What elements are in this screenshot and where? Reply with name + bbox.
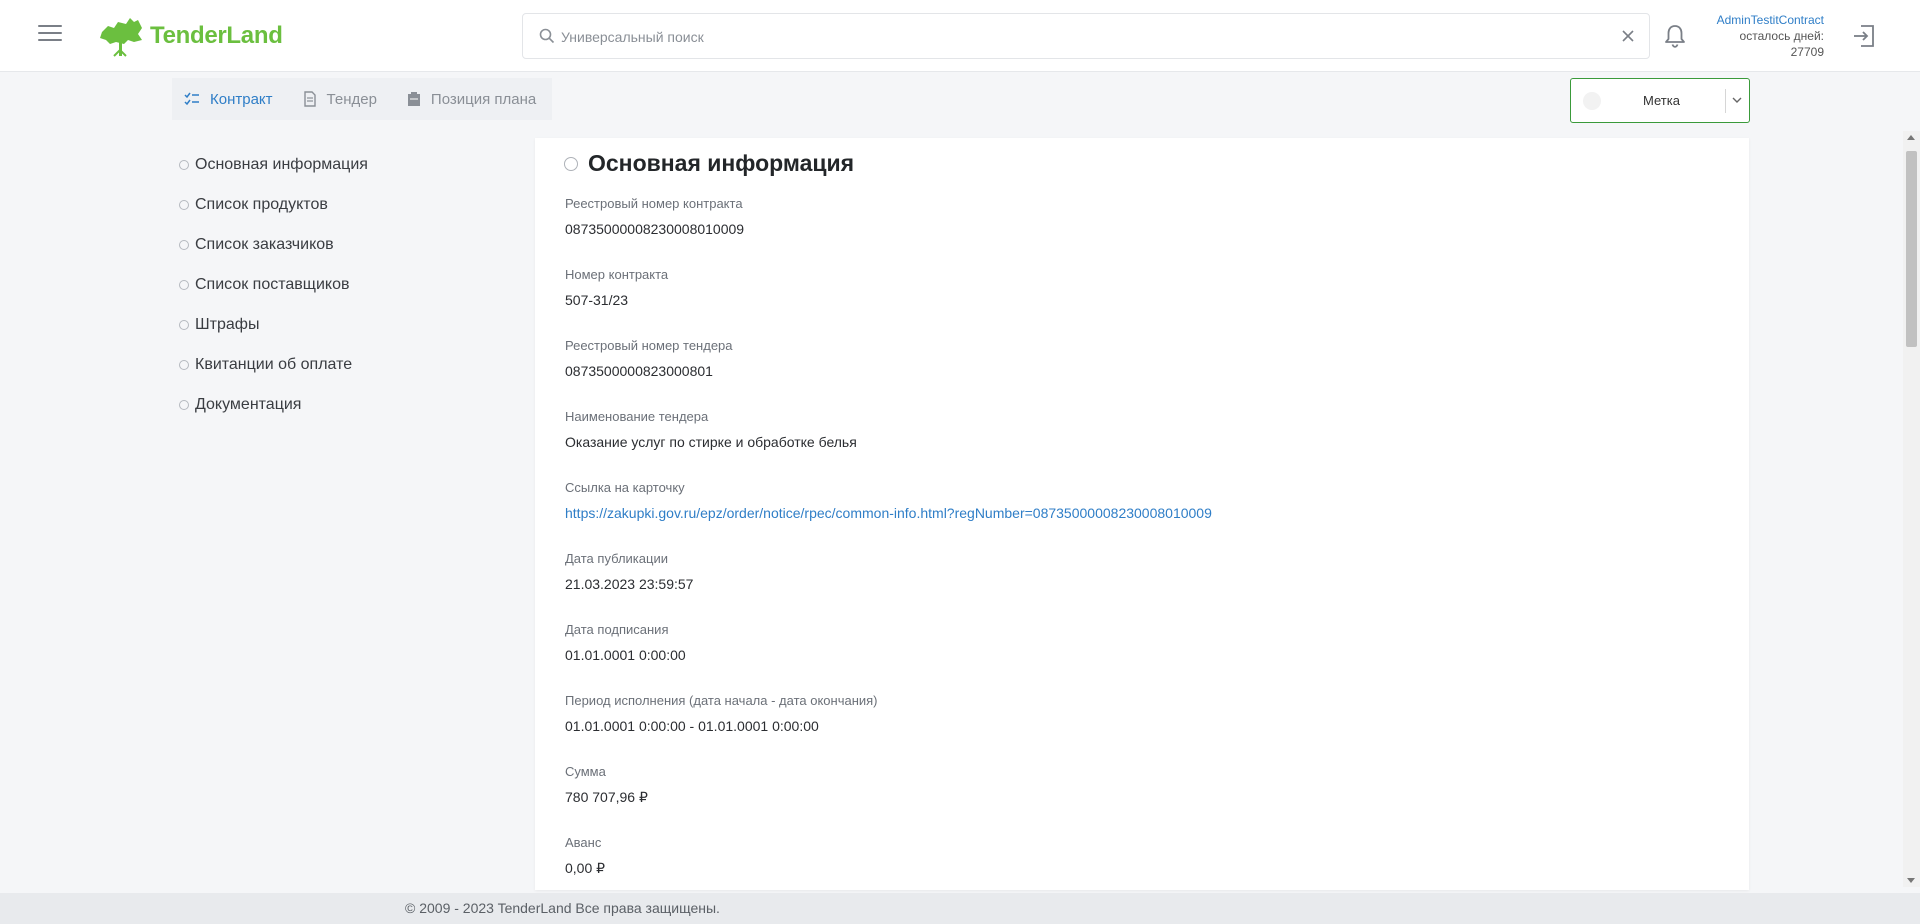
tree-logo-icon — [100, 18, 142, 57]
field-value: 0873500000823000801 — [565, 363, 713, 379]
field-value: 507-31/23 — [565, 292, 629, 308]
brand-name: TenderLand — [150, 22, 283, 49]
sidebar-item-label: Документация — [195, 396, 302, 413]
top-header: TenderLand AdminTestitContract осталось … — [0, 0, 1920, 72]
sidebar-item-label: Основная информация — [195, 156, 368, 173]
section-title: Основная информация — [588, 150, 855, 176]
page-scrollbar[interactable] — [1903, 131, 1920, 887]
tag-select-value: Метка — [1643, 93, 1680, 108]
logout-icon[interactable] — [1851, 23, 1877, 49]
sidebar-item-penalties[interactable]: Штрафы — [179, 305, 368, 345]
bullet-icon — [179, 320, 189, 330]
field-contract-number: Номер контракта 507-31/23 — [565, 266, 1212, 337]
page-footer: © 2009 - 2023 TenderLand Все права защищ… — [0, 893, 1920, 924]
tag-select-divider — [1725, 89, 1726, 113]
field-value: 780 707,96 ₽ — [565, 789, 648, 805]
field-value: 01.01.0001 0:00:00 — [565, 647, 686, 663]
tab-plan-position-label: Позиция плана — [430, 90, 537, 108]
user-info: AdminTestitContract осталось дней: 27709 — [1717, 12, 1824, 60]
tag-select[interactable]: Метка — [1570, 78, 1750, 123]
sidebar-item-label: Список поставщиков — [195, 276, 350, 293]
field-label: Номер контракта — [565, 267, 669, 282]
field-label: Ссылка на карточку — [565, 480, 685, 495]
sidebar-item-main-info[interactable]: Основная информация — [179, 145, 368, 185]
days-left-value: 27709 — [1790, 45, 1824, 59]
field-value: Оказание услуг по стирке и обработке бел… — [565, 434, 857, 450]
field-amount: Сумма 780 707,96 ₽ — [565, 763, 1212, 834]
sidebar-item-customers[interactable]: Список заказчиков — [179, 225, 368, 265]
field-label: Дата подписания — [565, 622, 669, 637]
sidebar-item-label: Список заказчиков — [195, 236, 334, 253]
days-left-label: осталось дней: — [1739, 29, 1824, 43]
sidebar-item-label: Штрафы — [195, 316, 260, 333]
search-input[interactable] — [561, 24, 1601, 50]
sidebar-item-documentation[interactable]: Документация — [179, 385, 368, 425]
main-info-card: Основная информация Реестровый номер кон… — [535, 138, 1749, 890]
tab-tender-label: Тендер — [326, 90, 377, 108]
tag-color-dot — [1583, 92, 1601, 110]
card-link[interactable]: https://zakupki.gov.ru/epz/order/notice/… — [565, 504, 1212, 522]
bullet-icon — [179, 360, 189, 370]
bullet-icon — [564, 156, 578, 171]
field-label: Сумма — [565, 764, 606, 779]
tab-plan-position[interactable]: Позиция плана — [407, 91, 536, 108]
field-contract-registry-number: Реестровый номер контракта 0873500000823… — [565, 195, 1212, 266]
checklist-icon — [184, 92, 199, 106]
tab-tender[interactable]: Тендер — [303, 91, 377, 108]
sidebar-item-label: Список продуктов — [195, 196, 328, 213]
field-label: Дата публикации — [565, 551, 668, 566]
sidebar-item-products[interactable]: Список продуктов — [179, 185, 368, 225]
user-name[interactable]: AdminTestitContract — [1717, 12, 1824, 28]
field-card-link: Ссылка на карточку https://zakupki.gov.r… — [565, 479, 1212, 550]
close-icon[interactable] — [1619, 27, 1637, 45]
field-list: Реестровый номер контракта 0873500000823… — [565, 195, 1212, 905]
field-label: Период исполнения (дата начала - дата ок… — [565, 693, 878, 708]
chevron-down-icon[interactable] — [1731, 95, 1743, 105]
tab-contract-label: Контракт — [210, 90, 273, 108]
global-search — [522, 13, 1650, 59]
bullet-icon — [179, 400, 189, 410]
bell-icon[interactable] — [1663, 23, 1687, 49]
field-value: 21.03.2023 23:59:57 — [565, 576, 694, 592]
field-value: 08735000008230008010009 — [565, 221, 745, 237]
sidebar-item-payment-receipts[interactable]: Квитанции об оплате — [179, 345, 368, 385]
field-label: Наименование тендера — [565, 409, 709, 424]
field-label: Аванс — [565, 835, 602, 850]
field-value: 01.01.0001 0:00:00 - 01.01.0001 0:00:00 — [565, 718, 819, 734]
search-icon — [539, 28, 555, 44]
bullet-icon — [179, 160, 189, 170]
sidebar-item-label: Квитанции об оплате — [195, 356, 353, 373]
copyright-text: © 2009 - 2023 TenderLand Все права защищ… — [405, 900, 720, 916]
document-icon — [303, 91, 316, 107]
tab-contract[interactable]: Контракт — [184, 91, 273, 108]
clipboard-icon — [407, 92, 420, 106]
scroll-down-icon[interactable] — [1907, 878, 1915, 883]
tab-bar: Контракт Тендер Позиция плана — [172, 78, 553, 120]
field-tender-name: Наименование тендера Оказание услуг по с… — [565, 408, 1212, 479]
scroll-up-icon[interactable] — [1907, 135, 1915, 140]
section-header: Основная информация — [564, 150, 854, 177]
field-signing-date: Дата подписания 01.01.0001 0:00:00 — [565, 621, 1212, 692]
sidebar-item-suppliers[interactable]: Список поставщиков — [179, 265, 368, 305]
section-navigation: Основная информация Список продуктов Спи… — [179, 145, 368, 425]
bullet-icon — [179, 200, 189, 210]
bullet-icon — [179, 240, 189, 250]
scroll-thumb[interactable] — [1906, 151, 1917, 347]
field-publication-date: Дата публикации 21.03.2023 23:59:57 — [565, 550, 1212, 621]
field-tender-registry-number: Реестровый номер тендера 087350000082300… — [565, 337, 1212, 408]
field-label: Реестровый номер тендера — [565, 338, 733, 353]
bullet-icon — [179, 280, 189, 290]
logo[interactable]: TenderLand — [98, 14, 283, 58]
menu-icon[interactable] — [38, 25, 62, 45]
field-value: 0,00 ₽ — [565, 860, 606, 876]
field-execution-period: Период исполнения (дата начала - дата ок… — [565, 692, 1212, 763]
field-label: Реестровый номер контракта — [565, 196, 743, 211]
